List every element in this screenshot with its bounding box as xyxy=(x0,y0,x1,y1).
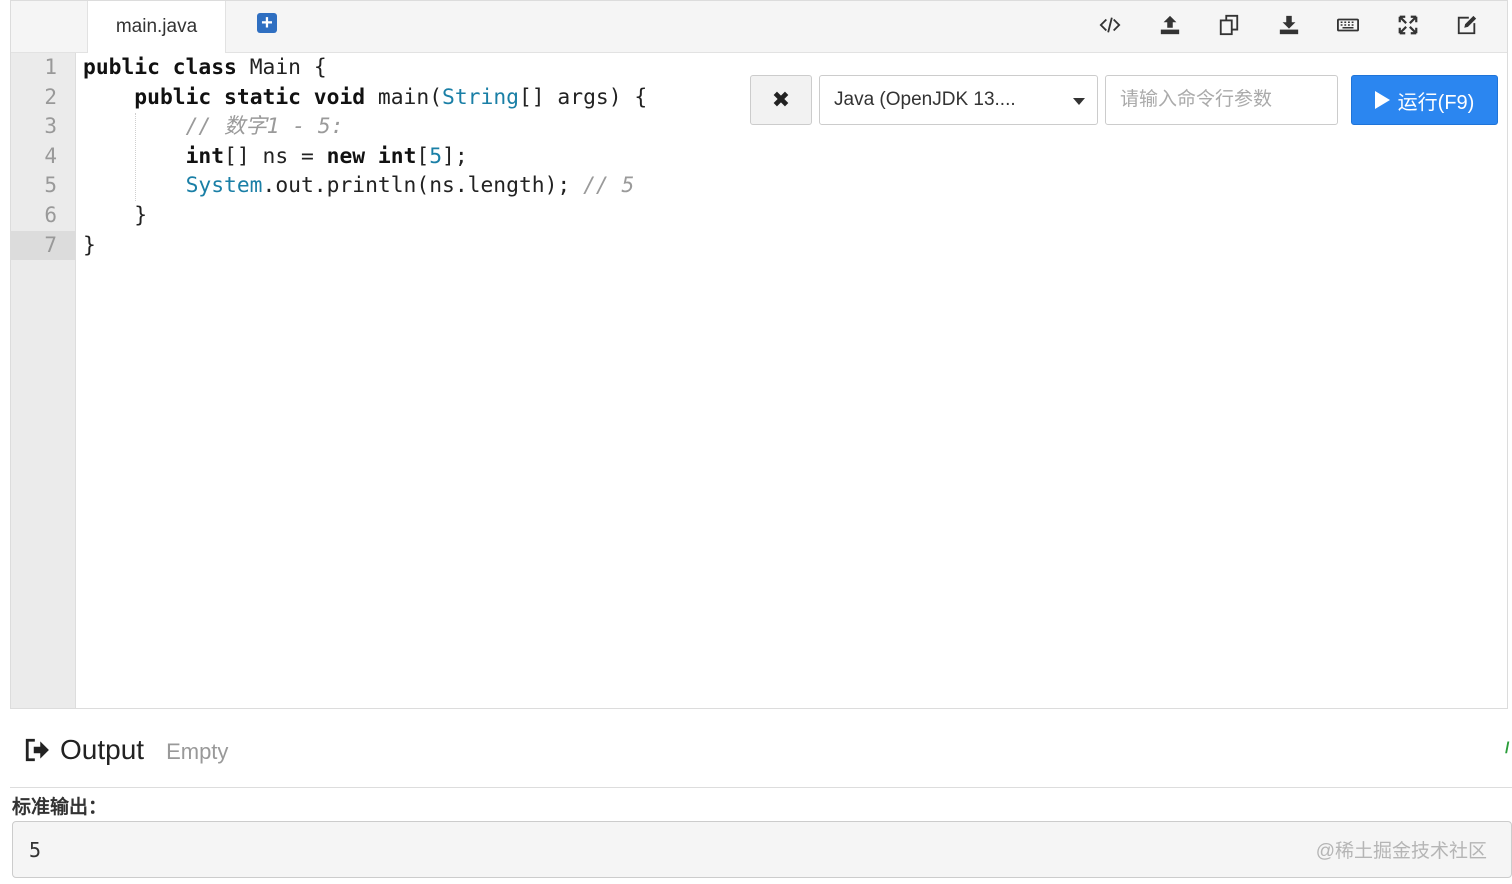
code-line: } xyxy=(83,232,96,258)
code-editor: main.java + 1 2 3 4 5 6 7 public class M… xyxy=(10,0,1508,709)
stdout-label: 标准输出： xyxy=(12,797,108,818)
code-line: // 数字1 - 5: xyxy=(185,114,344,140)
stdout-box: 5 @稀土掘金技术社区 xyxy=(12,821,1512,878)
watermark: @稀土掘金技术社区 xyxy=(1315,841,1487,862)
run-button-label: 运行(F9) xyxy=(1397,91,1475,114)
tab-label: main.java xyxy=(115,16,198,37)
edit-icon[interactable] xyxy=(1438,7,1498,43)
close-button[interactable]: ✖ xyxy=(750,75,812,125)
close-icon: ✖ xyxy=(771,87,791,112)
line-number-active: 7 xyxy=(11,230,76,261)
play-icon xyxy=(1374,91,1390,109)
code-line: public static void main(String[] args) { xyxy=(134,84,648,110)
upload-icon[interactable] xyxy=(1140,7,1200,43)
keyboard-icon[interactable] xyxy=(1319,7,1379,43)
editor-toolbar xyxy=(1081,7,1498,43)
copy-icon[interactable] xyxy=(1200,7,1260,43)
download-icon[interactable] xyxy=(1259,7,1319,43)
output-title: Output xyxy=(60,734,145,765)
line-number: 6 xyxy=(44,203,57,227)
language-select[interactable]: Java (OpenJDK 13.... xyxy=(819,75,1098,125)
edge-indicator: / xyxy=(1505,740,1510,756)
stdout-value: 5 xyxy=(29,838,42,862)
line-number: 3 xyxy=(44,114,57,139)
line-number-gutter: 1 2 3 4 5 6 7 xyxy=(11,53,76,708)
output-header: Output Empty xyxy=(24,730,228,770)
command-args-input[interactable] xyxy=(1105,75,1338,125)
tab-bar: main.java + xyxy=(11,1,1507,53)
tab-main-java[interactable]: main.java xyxy=(87,1,226,53)
line-number: 5 xyxy=(44,173,57,198)
code-line: public class Main { xyxy=(83,55,327,80)
caret-down-icon xyxy=(1073,98,1085,105)
code-line: System.out.println(ns.length); // 5 xyxy=(185,173,635,199)
fullscreen-icon[interactable] xyxy=(1378,7,1438,43)
code-line: int[] ns = new int[5]; xyxy=(185,143,468,169)
stdout-section: 标准输出： 5 @稀土掘金技术社区 xyxy=(10,787,1512,884)
output-status: Empty xyxy=(166,739,229,764)
line-number: 4 xyxy=(44,143,57,168)
sign-out-icon xyxy=(25,738,49,762)
language-value: Java (OpenJDK 13.... xyxy=(834,89,1016,110)
line-number: 1 xyxy=(44,55,57,79)
line-number: 2 xyxy=(44,84,57,109)
plus-square-icon[interactable]: + xyxy=(257,13,277,33)
run-button[interactable]: 运行(F9) xyxy=(1351,75,1498,125)
code-line: } xyxy=(83,203,148,228)
code-embed-icon[interactable] xyxy=(1081,7,1141,43)
